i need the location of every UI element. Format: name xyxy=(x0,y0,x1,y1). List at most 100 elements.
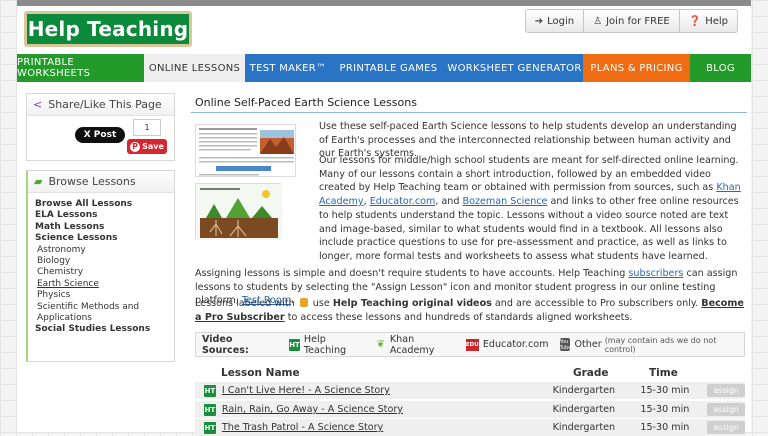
lesson-link[interactable]: I Can't Live Here! - A Science Story xyxy=(222,385,534,396)
browse-title: Browse Lessons xyxy=(48,175,136,188)
nav-printable-worksheets[interactable]: PRINTABLE WORKSHEETS xyxy=(17,54,144,82)
browse-list: Browse All Lessons ELA Lessons Math Less… xyxy=(28,193,174,361)
educator-link[interactable]: Educator.com xyxy=(370,196,436,207)
video-sources-bar: Video Sources: HT Help Teaching ❦ Khan Aca… xyxy=(195,332,745,357)
nav-online-lessons[interactable]: ONLINE LESSONS xyxy=(144,54,245,82)
share-count: 1 xyxy=(133,119,161,136)
pro-text-c: and are accessible to Pro subscribers on… xyxy=(491,298,702,309)
assign-label: assign xyxy=(713,386,739,395)
browse-header: ▰ Browse Lessons xyxy=(28,171,174,193)
subscribers-link[interactable]: subscribers xyxy=(628,268,683,279)
share-title: Share/Like This Page xyxy=(48,98,162,111)
col-grade: Grade xyxy=(573,367,609,379)
biology-link[interactable]: Biology xyxy=(35,256,174,267)
source-other-note: (may contain ads we do not control) xyxy=(604,335,717,354)
login-button[interactable]: ➔ Login xyxy=(524,9,585,33)
nav-printable-games[interactable]: PRINTABLE GAMES xyxy=(331,54,446,82)
page: Help Teaching ➔ Login ♙ Join for FREE ❓ … xyxy=(17,0,751,436)
lesson-grade: Kindergarten xyxy=(552,422,616,433)
share-header: < Share/Like This Page xyxy=(27,94,174,116)
help-teaching-icon: HT xyxy=(289,338,300,351)
page-title: Online Self-Paced Earth Science Lessons xyxy=(191,93,747,113)
physics-link[interactable]: Physics xyxy=(35,290,174,301)
share-body: X Post 1 P Save xyxy=(27,116,174,160)
pro-text-bold: Help Teaching original videos xyxy=(332,298,492,309)
assign-button[interactable]: assign xyxy=(707,384,746,397)
nav-worksheet-generator[interactable]: WORKSHEET GENERATOR xyxy=(446,54,583,82)
folder-icon: ▰ xyxy=(34,175,43,188)
assign-text-a: Assigning lessons is simple and doesn't … xyxy=(195,268,629,279)
scientific-methods-link-cont[interactable]: Applications xyxy=(35,313,174,324)
help-teaching-logo[interactable]: Help Teaching xyxy=(24,11,192,47)
nav-plans-pricing[interactable]: PLANS & PRICING xyxy=(583,54,690,82)
logo-text: Help Teaching xyxy=(27,17,189,41)
save-label: Save xyxy=(142,142,164,151)
youtube-icon: You Tube xyxy=(559,338,572,351)
educator-icon: EDU xyxy=(465,338,479,351)
chemistry-link[interactable]: Chemistry xyxy=(35,267,174,278)
join-label: Join for FREE xyxy=(606,15,670,27)
source-other: You Tube Other (may contain ads we do not … xyxy=(560,336,732,354)
share-box: < Share/Like This Page X Post 1 P Save xyxy=(26,93,175,161)
pro-paragraph: Lessons labeled with use Help Teaching o… xyxy=(195,297,745,324)
source-khan-academy: ❦ Khan Academy xyxy=(376,334,453,356)
assign-button[interactable]: assign xyxy=(707,403,746,416)
top-account-bar: ➔ Login ♙ Join for FREE ❓ Help xyxy=(524,9,738,33)
lesson-time: 15-30 min xyxy=(640,404,690,415)
lesson-time: 15-30 min xyxy=(640,385,690,396)
source-other-label: Other xyxy=(574,339,602,350)
pinterest-save-button[interactable]: P Save xyxy=(127,139,167,154)
table-row: HT The Trash Patrol - A Science Story Ki… xyxy=(195,419,746,436)
social-studies-lessons-link[interactable]: Social Studies Lessons xyxy=(35,324,174,335)
pro-text-b: use xyxy=(309,298,333,309)
assign-label: assign xyxy=(713,405,739,414)
sidebar: < Share/Like This Page X Post 1 P Save ▰… xyxy=(26,93,175,362)
source-khan-label: Khan Academy xyxy=(389,333,435,356)
nav-blog[interactable]: BLOG xyxy=(690,54,751,82)
user-icon: ♙ xyxy=(593,15,603,27)
main-content: Online Self-Paced Earth Science Lessons xyxy=(191,93,747,436)
help-button[interactable]: ❓ Help xyxy=(679,9,738,33)
assign-label: assign xyxy=(713,423,739,432)
source-educator: EDU Educator.com xyxy=(465,338,549,351)
scientific-methods-link[interactable]: Scientific Methods and xyxy=(35,302,174,313)
bozeman-science-link[interactable]: Bozeman Science xyxy=(463,196,548,207)
main-nav: PRINTABLE WORKSHEETS ONLINE LESSONS TEST… xyxy=(17,54,751,82)
assign-button[interactable]: assign xyxy=(707,421,746,434)
browse-box: ▰ Browse Lessons Browse All Lessons ELA … xyxy=(26,170,175,362)
science-lessons-link[interactable]: Science Lessons xyxy=(35,233,174,244)
col-lesson-name: Lesson Name xyxy=(221,367,300,379)
pinterest-icon: P xyxy=(130,141,141,152)
browse-all-lessons-link[interactable]: Browse All Lessons xyxy=(35,199,174,210)
khan-academy-leaf-icon: ❦ xyxy=(376,339,385,350)
pro-text-a: Lessons labeled with xyxy=(195,298,298,309)
astronomy-link[interactable]: Astronomy xyxy=(35,245,174,256)
source-educator-label: Educator.com xyxy=(482,339,549,350)
math-lessons-link[interactable]: Math Lessons xyxy=(35,222,174,233)
lesson-time: 15-30 min xyxy=(640,422,690,433)
join-button[interactable]: ♙ Join for FREE xyxy=(584,9,680,33)
lesson-grade: Kindergarten xyxy=(552,404,616,415)
lesson-preview-image xyxy=(195,124,296,177)
lesson-grade: Kindergarten xyxy=(552,385,616,396)
share-icon: < xyxy=(33,98,43,111)
help-label: Help xyxy=(705,15,728,27)
login-icon: ➔ xyxy=(534,15,544,27)
pro-text-d: to access these lessons and hundreds of … xyxy=(284,311,633,323)
table-row: HT Rain, Rain, Go Away - A Science Story… xyxy=(195,401,746,418)
table-row: HT I Can't Live Here! - A Science Story … xyxy=(195,382,746,399)
x-post-button[interactable]: X Post xyxy=(75,127,125,143)
col-time: Time xyxy=(649,367,678,379)
lesson-link[interactable]: Rain, Rain, Go Away - A Science Story xyxy=(222,404,534,415)
lesson-diagram-image xyxy=(195,183,282,240)
video-sources-label: Video Sources: xyxy=(202,333,249,356)
lesson-link[interactable]: The Trash Patrol - A Science Story xyxy=(222,422,534,433)
source-help-teaching-label: Help Teaching xyxy=(303,333,347,356)
description-text-a: Our lessons for middle/high school stude… xyxy=(319,155,739,194)
ela-lessons-link[interactable]: ELA Lessons xyxy=(35,210,174,221)
earth-science-link[interactable]: Earth Science xyxy=(35,279,174,290)
help-icon: ❓ xyxy=(688,15,702,27)
nav-test-maker[interactable]: TEST MAKER™ xyxy=(245,54,331,82)
source-help-teaching: HT Help Teaching xyxy=(289,334,364,356)
sep-2: , and xyxy=(435,196,463,208)
